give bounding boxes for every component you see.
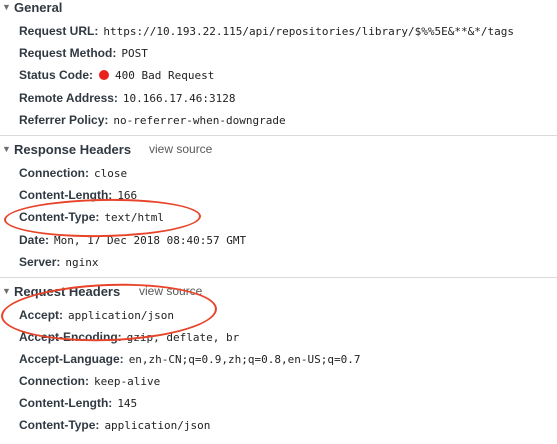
connection-key: Connection: <box>19 166 89 180</box>
triangle-down-icon[interactable]: ▼ <box>2 286 12 296</box>
request-accept-encoding-row: Accept-Encoding: gzip, deflate, br <box>19 326 239 348</box>
referrer-policy-value: no-referrer-when-downgrade <box>113 113 286 127</box>
request-method-key: Request Method: <box>19 46 117 60</box>
accept-encoding-value: gzip, deflate, br <box>126 330 240 344</box>
accept-key: Accept: <box>19 308 64 322</box>
request-content-type-row: Content-Type: application/json <box>19 414 210 436</box>
remote-address-key: Remote Address: <box>19 91 118 105</box>
content-length-key: Content-Length: <box>19 188 113 202</box>
request-content-length-key: Content-Length: <box>19 396 113 410</box>
response-headers-title: Response Headers <box>14 141 132 157</box>
remote-address-value: 10.166.17.46:3128 <box>122 91 236 105</box>
date-value: Mon, 17 Dec 2018 08:40:57 GMT <box>54 233 247 247</box>
red-status-dot-icon <box>99 70 110 80</box>
request-connection-value: keep-alive <box>94 374 161 388</box>
request-url-row: Request URL: https://10.193.22.115/api/r… <box>19 20 514 42</box>
referrer-policy-key: Referrer Policy: <box>19 113 109 127</box>
triangle-down-icon[interactable]: ▼ <box>2 2 12 12</box>
request-url-key: Request URL: <box>19 24 99 38</box>
request-view-source-link[interactable]: view source <box>139 284 202 298</box>
request-method-row: Request Method: POST <box>19 42 148 64</box>
triangle-down-icon[interactable]: ▼ <box>2 144 12 154</box>
general-section-header[interactable]: ▼ General <box>0 0 62 18</box>
response-connection-row: Connection: close <box>19 162 127 184</box>
response-server-row: Server: nginx <box>19 251 99 273</box>
response-content-type-row: Content-Type: text/html <box>19 206 164 228</box>
referrer-policy-row: Referrer Policy: no-referrer-when-downgr… <box>19 109 286 131</box>
request-connection-row: Connection: keep-alive <box>19 370 160 392</box>
headers-panel: ▼ General Request URL: https://10.193.22… <box>0 0 557 444</box>
request-connection-key: Connection: <box>19 374 89 388</box>
status-code-key: Status Code: <box>19 68 94 82</box>
request-accept-row: Accept: application/json <box>19 304 174 326</box>
server-key: Server: <box>19 255 61 269</box>
status-code-value: 400 Bad Request <box>115 68 215 82</box>
request-content-length-value: 145 <box>117 396 138 410</box>
accept-language-key: Accept-Language: <box>19 352 124 366</box>
response-content-length-row: Content-Length: 166 <box>19 184 137 206</box>
request-method-value: POST <box>121 46 148 60</box>
remote-address-row: Remote Address: 10.166.17.46:3128 <box>19 87 236 109</box>
accept-value: application/json <box>68 308 174 322</box>
section-divider <box>0 135 557 136</box>
content-type-value: text/html <box>104 210 165 224</box>
date-key: Date: <box>19 233 50 247</box>
response-view-source-link[interactable]: view source <box>149 142 212 156</box>
server-value: nginx <box>65 255 99 269</box>
response-date-row: Date: Mon, 17 Dec 2018 08:40:57 GMT <box>19 229 246 251</box>
section-divider <box>0 277 557 278</box>
content-type-key: Content-Type: <box>19 210 100 224</box>
connection-value: close <box>94 166 128 180</box>
request-content-type-key: Content-Type: <box>19 418 100 432</box>
general-title: General <box>14 0 63 15</box>
request-headers-section-header[interactable]: ▼ Request Headers <box>0 280 120 302</box>
request-headers-title: Request Headers <box>14 283 121 299</box>
request-accept-language-row: Accept-Language: en,zh-CN;q=0.9,zh;q=0.8… <box>19 348 360 370</box>
accept-language-value: en,zh-CN;q=0.9,zh;q=0.8,en-US;q=0.7 <box>128 352 361 366</box>
request-content-type-value: application/json <box>104 418 211 432</box>
response-headers-section-header[interactable]: ▼ Response Headers <box>0 138 131 160</box>
accept-encoding-key: Accept-Encoding: <box>19 330 122 344</box>
status-code-row: Status Code: 400 Bad Request <box>19 64 214 86</box>
request-content-length-row: Content-Length: 145 <box>19 392 137 414</box>
content-length-value: 166 <box>117 188 138 202</box>
request-url-value: https://10.193.22.115/api/repositories/l… <box>103 24 514 38</box>
